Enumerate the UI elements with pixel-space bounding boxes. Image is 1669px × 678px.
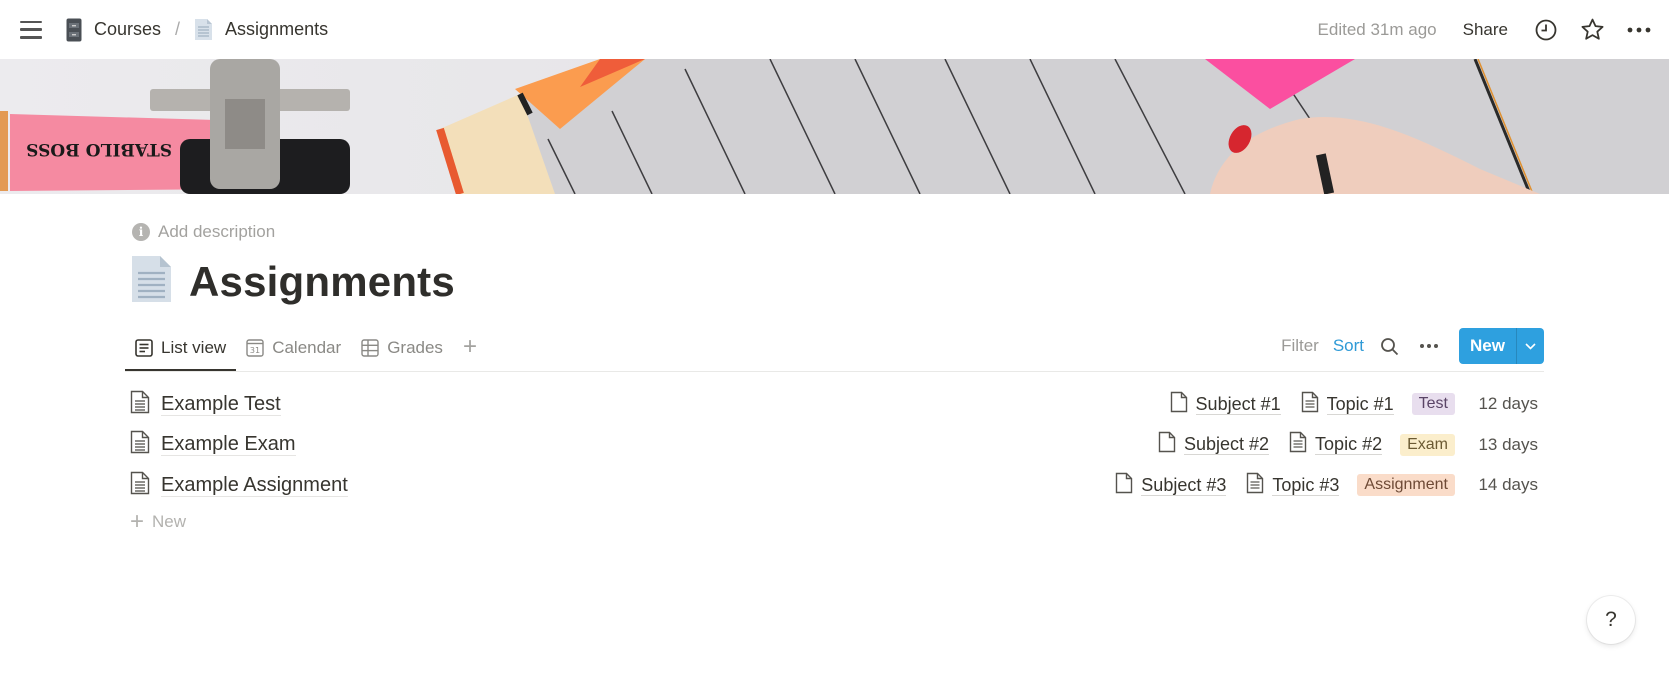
add-new-item-button[interactable]: + New xyxy=(130,508,187,535)
svg-text:31: 31 xyxy=(250,346,260,355)
page-icon xyxy=(130,390,150,419)
subject-relation[interactable]: Subject #3 xyxy=(1115,472,1227,499)
due-countdown: 14 days xyxy=(1478,475,1538,495)
calendar-icon: 31 xyxy=(246,339,264,357)
add-description-button[interactable]: i Add description xyxy=(132,222,275,242)
breadcrumb-assignments[interactable]: Assignments xyxy=(194,18,328,41)
filter-button[interactable]: Filter xyxy=(1281,336,1319,356)
table-icon xyxy=(361,339,379,357)
list-item[interactable]: Example Exam Subject #2 Topic #2 Exam 13… xyxy=(125,425,1544,466)
edited-timestamp: Edited 31m ago xyxy=(1317,19,1437,39)
page-icon xyxy=(1301,391,1319,418)
file-cabinet-icon xyxy=(66,18,82,42)
page-header: Assignments xyxy=(130,254,455,309)
item-title[interactable]: Example Exam xyxy=(161,433,296,457)
new-dropdown-button[interactable] xyxy=(1516,328,1544,364)
breadcrumb-courses-label: Courses xyxy=(94,19,162,39)
due-countdown: 13 days xyxy=(1478,434,1538,454)
item-title[interactable]: Example Assignment xyxy=(161,474,348,497)
page-title[interactable]: Assignments xyxy=(189,258,455,306)
type-tag: Test xyxy=(1411,393,1455,416)
list-item[interactable]: Example Assignment Subject #3 Topic #3 A… xyxy=(125,465,1544,506)
help-button[interactable]: ? xyxy=(1587,596,1635,644)
blank-page-icon xyxy=(1115,472,1133,499)
history-clock-icon[interactable] xyxy=(1534,18,1558,42)
share-button[interactable]: Share xyxy=(1463,20,1508,40)
sort-button[interactable]: Sort xyxy=(1333,336,1364,356)
search-icon[interactable] xyxy=(1380,337,1399,356)
breadcrumb-courses[interactable]: Courses xyxy=(66,18,161,42)
tab-calendar[interactable]: 31 Calendar xyxy=(236,330,351,366)
due-countdown: 12 days xyxy=(1478,394,1538,414)
cover-image[interactable]: STABILO BOSS xyxy=(0,59,1669,194)
page-icon xyxy=(1289,431,1307,458)
list-item[interactable]: Example Test Subject #1 Topic #1 Test 12… xyxy=(125,384,1544,425)
topbar-actions: Edited 31m ago Share xyxy=(1318,0,1651,59)
new-button-group: New xyxy=(1459,328,1544,364)
tab-list-view-label: List view xyxy=(161,338,227,357)
star-icon[interactable] xyxy=(1580,17,1605,42)
view-tabs: List view 31 Calendar Grades + xyxy=(125,330,487,371)
assignment-list: Example Test Subject #1 Topic #1 Test 12… xyxy=(125,384,1544,506)
page-icon xyxy=(194,18,213,41)
svg-text:STABILO BOSS: STABILO BOSS xyxy=(26,139,172,159)
add-description-label: Add description xyxy=(158,222,276,241)
info-icon: i xyxy=(132,223,150,241)
item-title[interactable]: Example Test xyxy=(161,393,281,416)
topic-relation[interactable]: Topic #1 xyxy=(1301,391,1394,418)
sidebar-menu-button[interactable] xyxy=(18,19,44,41)
blank-page-icon xyxy=(1158,431,1176,458)
cover-illustration: STABILO BOSS xyxy=(0,59,1669,194)
type-tag: Exam xyxy=(1400,433,1455,456)
topbar: Courses / Assignments Edited 31m ago Sha… xyxy=(0,0,1669,59)
tabs-divider xyxy=(125,371,1544,372)
view-toolbar: Filter Sort New xyxy=(1281,328,1544,364)
page-icon xyxy=(130,430,150,459)
tab-grades[interactable]: Grades xyxy=(351,330,453,366)
tab-grades-label: Grades xyxy=(387,338,443,357)
more-options-icon[interactable] xyxy=(1419,343,1439,349)
tab-calendar-label: Calendar xyxy=(272,338,342,357)
tab-list-view[interactable]: List view xyxy=(125,330,237,371)
breadcrumb-separator: / xyxy=(175,19,181,39)
page-icon[interactable] xyxy=(130,254,173,309)
blank-page-icon xyxy=(1170,391,1188,418)
plus-icon: + xyxy=(130,508,145,535)
type-tag: Assignment xyxy=(1357,474,1455,497)
add-new-item-label: New xyxy=(152,512,187,531)
page-icon xyxy=(1246,472,1264,499)
list-icon xyxy=(135,339,153,357)
add-view-button[interactable]: + xyxy=(453,330,487,364)
subject-relation[interactable]: Subject #2 xyxy=(1158,431,1270,458)
more-icon[interactable] xyxy=(1627,26,1651,34)
page-icon xyxy=(130,471,150,500)
subject-relation[interactable]: Subject #1 xyxy=(1170,391,1281,418)
topic-relation[interactable]: Topic #2 xyxy=(1289,431,1383,458)
new-button[interactable]: New xyxy=(1459,328,1516,364)
topic-relation[interactable]: Topic #3 xyxy=(1246,472,1340,499)
breadcrumb-assignments-label: Assignments xyxy=(225,19,329,39)
chevron-down-icon xyxy=(1525,342,1536,350)
